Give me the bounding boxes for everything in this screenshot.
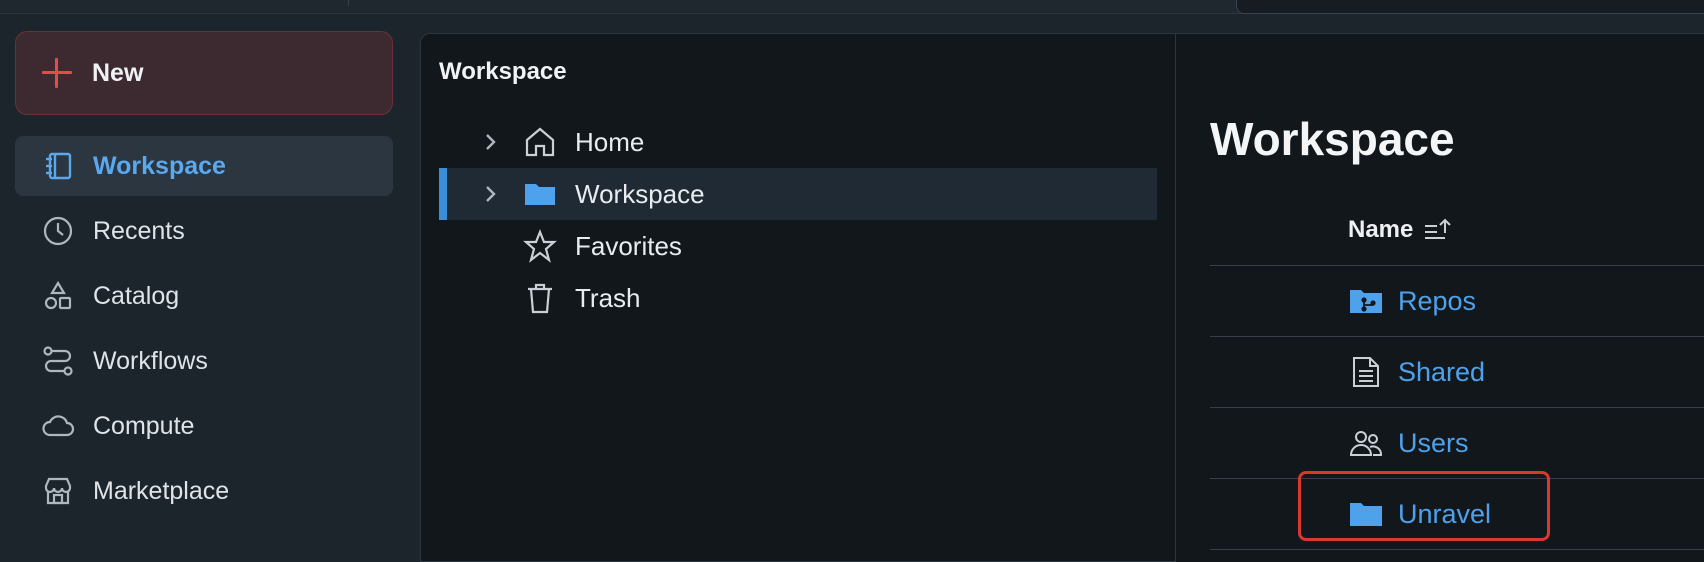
workspace-icon bbox=[41, 149, 75, 183]
tree-item-workspace[interactable]: Workspace bbox=[439, 168, 1157, 220]
top-bar bbox=[0, 0, 1704, 14]
clock-icon bbox=[41, 214, 75, 248]
folder-icon bbox=[1348, 496, 1384, 532]
plus-icon bbox=[42, 58, 72, 88]
workspace-tree: Home Workspace Favorites Trash bbox=[439, 116, 1176, 324]
chevron-right-icon[interactable] bbox=[483, 183, 507, 205]
sort-ascending-icon[interactable] bbox=[1423, 216, 1453, 244]
folder-icon bbox=[523, 177, 557, 211]
search-box-edge[interactable] bbox=[1236, 0, 1704, 14]
sidebar-item-catalog[interactable]: Catalog bbox=[15, 266, 393, 326]
sidebar-item-workflows[interactable]: Workflows bbox=[15, 331, 393, 391]
tree-item-label: Favorites bbox=[575, 230, 682, 261]
tree-item-label: Workspace bbox=[575, 178, 705, 209]
tree-title: Workspace bbox=[439, 58, 567, 85]
cloud-icon bbox=[41, 409, 75, 443]
sidebar-item-recents[interactable]: Recents bbox=[15, 201, 393, 261]
table-row-repos[interactable]: Repos bbox=[1210, 266, 1704, 337]
star-icon bbox=[523, 229, 557, 263]
sidebar-item-marketplace[interactable]: Marketplace bbox=[15, 461, 393, 521]
sidebar-item-label: Catalog bbox=[93, 281, 180, 310]
sidebar: New Workspace Recents Catalog Workflows … bbox=[0, 14, 420, 562]
sidebar-item-label: Workflows bbox=[93, 346, 208, 375]
workspace-tree-panel: Workspace Home Workspace Favorites Trash bbox=[420, 33, 1175, 562]
tree-item-favorites[interactable]: Favorites bbox=[439, 220, 1176, 272]
sidebar-item-label: Recents bbox=[93, 216, 185, 245]
sidebar-item-label: Marketplace bbox=[93, 476, 230, 505]
sidebar-item-workspace[interactable]: Workspace bbox=[15, 136, 393, 196]
workflows-icon bbox=[41, 344, 75, 378]
table-header: Name bbox=[1210, 194, 1704, 266]
column-header-name[interactable]: Name bbox=[1348, 216, 1413, 244]
catalog-icon bbox=[41, 279, 75, 313]
sidebar-item-label: Compute bbox=[93, 411, 195, 440]
table-row-shared[interactable]: Shared bbox=[1210, 337, 1704, 408]
row-label[interactable]: Shared bbox=[1398, 357, 1485, 388]
top-divider bbox=[348, 0, 349, 6]
new-button-label: New bbox=[92, 58, 144, 87]
row-label[interactable]: Repos bbox=[1398, 286, 1476, 317]
sidebar-nav: Workspace Recents Catalog Workflows Comp… bbox=[15, 136, 393, 526]
tree-item-trash[interactable]: Trash bbox=[439, 272, 1176, 324]
tree-item-home[interactable]: Home bbox=[439, 116, 1176, 168]
tree-item-label: Home bbox=[575, 126, 645, 157]
trash-icon bbox=[523, 281, 557, 315]
home-icon bbox=[523, 125, 557, 159]
sidebar-item-compute[interactable]: Compute bbox=[15, 396, 393, 456]
tree-item-label: Trash bbox=[575, 282, 641, 313]
chevron-right-icon[interactable] bbox=[483, 131, 507, 153]
page-title: Workspace bbox=[1210, 113, 1455, 165]
users-icon bbox=[1348, 425, 1384, 461]
sidebar-item-label: Workspace bbox=[93, 151, 226, 180]
new-button[interactable]: New bbox=[15, 31, 393, 115]
row-label[interactable]: Unravel bbox=[1398, 499, 1491, 530]
workspace-table: Name Repos Shared Users Unravel bbox=[1210, 194, 1704, 550]
table-row-users[interactable]: Users bbox=[1210, 408, 1704, 479]
store-icon bbox=[41, 474, 75, 508]
workspace-content-panel: Workspace Name Repos Shared Users Unrave… bbox=[1175, 33, 1704, 562]
row-label[interactable]: Users bbox=[1398, 428, 1469, 459]
repos-folder-icon bbox=[1348, 283, 1384, 319]
shared-doc-icon bbox=[1348, 354, 1384, 390]
table-row-unravel[interactable]: Unravel bbox=[1210, 479, 1704, 550]
